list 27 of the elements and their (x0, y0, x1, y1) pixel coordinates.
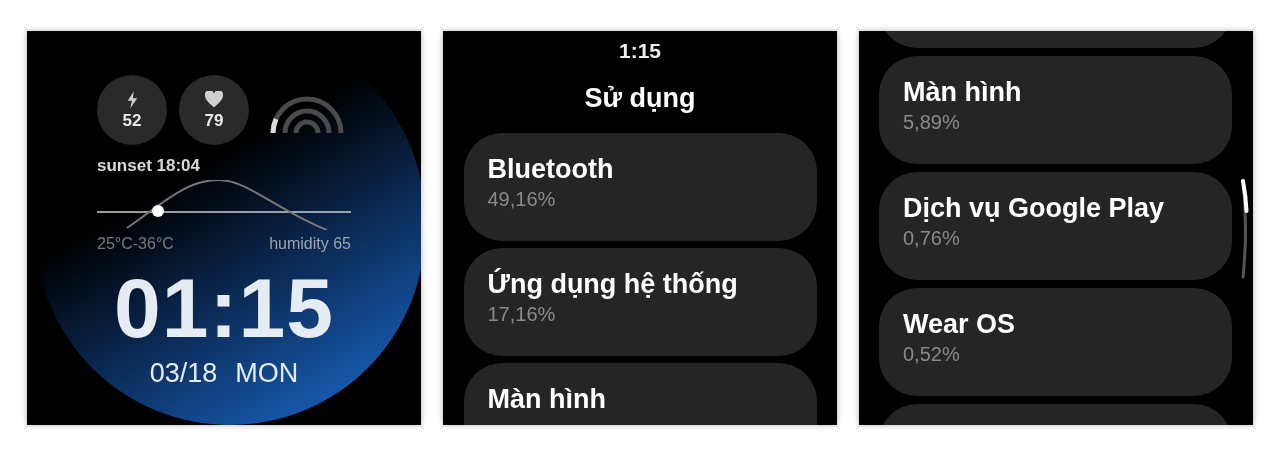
clock-time: 01:15 (113, 266, 335, 350)
lightning-icon (126, 91, 138, 109)
sunset-time: sunset 18:04 (96, 157, 201, 174)
usage-percent: 0,52% (903, 344, 961, 364)
item-name: Màn hình (903, 79, 1023, 106)
usage-percent: 17,16% (487, 304, 557, 324)
item-name: Bluetooth (487, 156, 615, 183)
item-name: Wear OS (903, 311, 1017, 338)
usage-item[interactable]: Wear OS 0,52% (879, 288, 1232, 396)
usage-percent: 5,89% (903, 112, 961, 132)
status-time: 1:15 (619, 40, 661, 61)
temperature-range: 25°C-36°C (97, 234, 174, 254)
usage-item[interactable]: Ứng dụng hệ thống 17,16% (463, 248, 817, 356)
weekday-text: MON (235, 360, 299, 387)
usage-item[interactable]: Bluetooth 49,16% (463, 133, 817, 241)
item-name: Dịch vụ Google Play (903, 195, 1166, 222)
usage-item[interactable]: Màn hình 5,89% (879, 56, 1232, 164)
item-name: Màn hình (487, 386, 607, 413)
usage-item[interactable]: Dịch vụ Google Play 0,76% (879, 172, 1232, 280)
date-text: 03/18 (149, 360, 218, 387)
usage-item[interactable]: Màn hình (463, 363, 817, 425)
heart-icon (205, 91, 223, 109)
humidity-reading: humidity 65 (269, 234, 351, 254)
arc-gauge-icon (269, 95, 345, 135)
screen-title: Sử dụng (584, 85, 696, 112)
usage-percent: 49,16% (487, 189, 557, 209)
usage-percent: 0,76% (903, 228, 961, 248)
